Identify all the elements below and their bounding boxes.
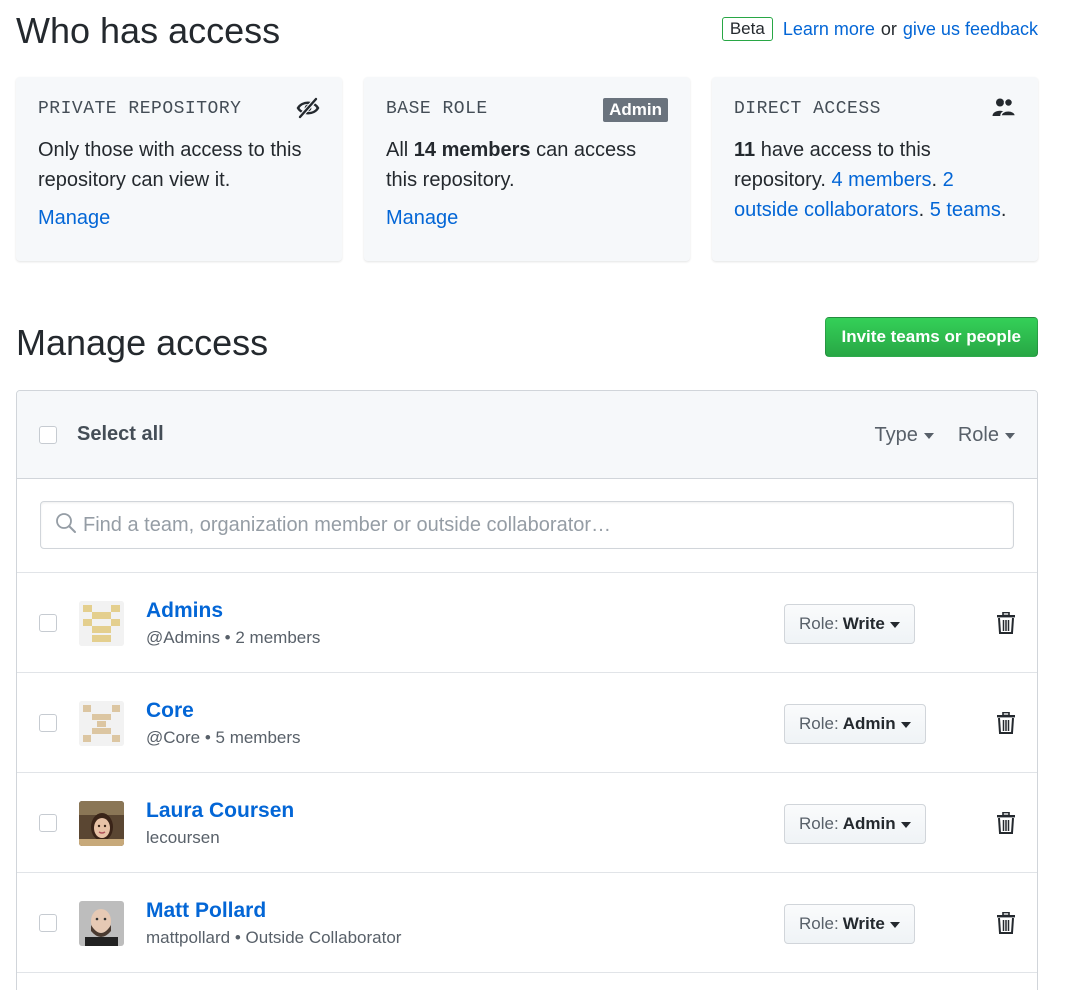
member-name-link[interactable]: Admins <box>146 599 223 623</box>
row-checkbox[interactable] <box>39 614 57 632</box>
type-filter-label: Type <box>874 423 918 446</box>
chevron-down-icon <box>889 922 900 928</box>
or-text: or <box>880 18 897 39</box>
manage-visibility-link[interactable]: Manage <box>38 207 110 230</box>
team-avatar <box>79 601 124 646</box>
base-role-text-pre: All <box>386 139 409 161</box>
role-filter-dropdown[interactable]: Role <box>958 424 1015 447</box>
access-row: Matt Pollard mattpollard • Outside Colla… <box>17 873 1037 973</box>
role-prefix: Role: <box>799 614 839 633</box>
trash-icon[interactable] <box>996 711 1016 739</box>
member-handle: @Admins <box>146 628 220 647</box>
team-avatar <box>79 701 124 746</box>
manage-base-role-link[interactable]: Manage <box>386 207 458 230</box>
people-icon <box>992 97 1017 122</box>
role-prefix: Role: <box>799 914 839 933</box>
trash-icon[interactable] <box>996 811 1016 839</box>
role-filter-label: Role <box>957 423 999 446</box>
role-value: Write <box>842 914 885 933</box>
user-avatar <box>79 801 124 846</box>
beta-badge: Beta <box>721 17 773 41</box>
row-checkbox[interactable] <box>39 714 57 732</box>
member-subtitle: @Core • 5 members <box>146 728 301 747</box>
search-area <box>17 479 1037 573</box>
card-description: Only those with access to this repositor… <box>38 139 302 191</box>
role-prefix: Role: <box>799 714 839 733</box>
role-value: Admin <box>842 714 896 733</box>
card-label: DIRECT ACCESS <box>734 99 881 119</box>
row-checkbox[interactable] <box>39 914 57 932</box>
search-icon <box>55 512 77 539</box>
row-checkbox[interactable] <box>39 814 57 832</box>
member-name-link[interactable]: Matt Pollard <box>146 899 266 923</box>
role-value: Write <box>842 614 885 633</box>
select-all-label[interactable]: Select all <box>77 423 164 446</box>
beta-feedback-bar: Beta Learn more or give us feedback <box>721 17 1038 41</box>
card-description: All 14 members can access this repositor… <box>386 135 668 195</box>
trash-icon[interactable] <box>996 611 1016 639</box>
access-row: Core @Core • 5 members Role: Admin <box>17 673 1037 773</box>
member-handle: @Core <box>146 728 201 747</box>
card-description: 11 have access to this repository. 4 mem… <box>734 139 1007 221</box>
access-list-header: Select all Type Role <box>17 391 1037 479</box>
role-value: Admin <box>842 814 896 833</box>
trash-icon[interactable] <box>996 911 1016 939</box>
member-handle: lecoursen <box>146 828 220 847</box>
role-dropdown-button[interactable]: Role: Write <box>784 604 915 644</box>
direct-access-count: 11 <box>734 139 756 161</box>
access-row: Admins @Admins • 2 members Role: Write <box>17 573 1037 673</box>
member-detail: 2 members <box>235 628 321 647</box>
access-row: Laura Coursen lecoursen Role: Admin <box>17 773 1037 873</box>
private-repository-card: PRIVATE REPOSITORY Only those with acces… <box>16 77 342 261</box>
feedback-link[interactable]: give us feedback <box>903 19 1038 40</box>
member-subtitle: @Admins • 2 members <box>146 628 321 647</box>
manage-access-title: Manage access <box>16 322 269 363</box>
chevron-down-icon <box>900 822 911 828</box>
member-subtitle: mattpollard • Outside Collaborator <box>146 928 402 947</box>
member-subtitle: lecoursen <box>146 828 220 848</box>
member-handle: mattpollard <box>146 928 231 947</box>
member-count: 14 members <box>413 139 531 161</box>
role-dropdown-button[interactable]: Role: Admin <box>784 704 926 744</box>
filter-bar: Type Role <box>851 391 1015 479</box>
role-prefix: Role: <box>799 814 839 833</box>
role-dropdown-button[interactable]: Role: Admin <box>784 804 926 844</box>
user-avatar <box>79 901 124 946</box>
role-dropdown-button[interactable]: Role: Write <box>784 904 915 944</box>
base-role-card: BASE ROLE Admin All 14 members can acces… <box>364 77 690 261</box>
chevron-down-icon <box>1005 433 1015 439</box>
direct-access-card: DIRECT ACCESS 11 have access to this rep… <box>712 77 1038 261</box>
card-label: PRIVATE REPOSITORY <box>38 99 242 119</box>
member-detail: Outside Collaborator <box>245 928 402 947</box>
members-link[interactable]: 4 members <box>831 169 931 191</box>
chevron-down-icon <box>923 433 934 439</box>
access-summary-cards: PRIVATE REPOSITORY Only those with acces… <box>16 77 1038 261</box>
page-title: Who has access <box>16 10 281 51</box>
member-name-link[interactable]: Core <box>146 699 194 723</box>
eye-closed-icon <box>296 97 320 124</box>
teams-link[interactable]: 5 teams <box>930 199 1001 221</box>
chevron-down-icon <box>900 722 911 728</box>
member-detail: 5 members <box>215 728 301 747</box>
access-list: Select all Type Role Find a team, organi… <box>16 390 1038 990</box>
select-all-checkbox[interactable] <box>39 425 57 444</box>
member-name-link[interactable]: Laura Coursen <box>146 799 294 823</box>
search-field[interactable] <box>40 501 1014 549</box>
chevron-down-icon <box>889 622 900 628</box>
base-role-badge: Admin <box>603 98 668 122</box>
search-input[interactable] <box>83 513 963 537</box>
learn-more-link[interactable]: Learn more <box>783 19 875 40</box>
type-filter-dropdown[interactable]: Type <box>875 424 934 447</box>
invite-teams-or-people-button[interactable]: Invite teams or people <box>824 317 1038 357</box>
